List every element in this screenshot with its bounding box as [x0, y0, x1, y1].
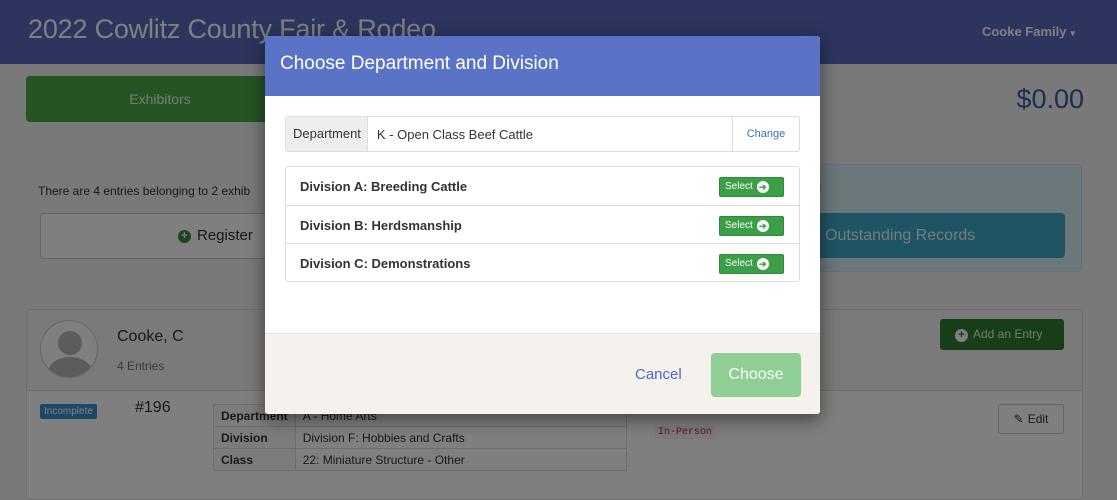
- list-item: Division C: Demonstrations Select ➔: [286, 243, 799, 281]
- choose-department-modal: Choose Department and Division Departmen…: [265, 36, 820, 414]
- modal-header: Choose Department and Division: [265, 36, 820, 96]
- arrow-right-circle-icon: ➔: [756, 220, 769, 232]
- arrow-right-circle-icon: ➔: [756, 181, 769, 193]
- list-item: Division A: Breeding Cattle Select ➔: [286, 167, 799, 205]
- division-name: Division A: Breeding Cattle: [300, 179, 468, 194]
- modal-title: Choose Department and Division: [280, 53, 559, 74]
- department-label: Department: [286, 117, 368, 151]
- division-name: Division C: Demonstrations: [300, 256, 471, 271]
- division-list: Division A: Breeding Cattle Select ➔ Divi…: [285, 166, 800, 282]
- division-name: Division B: Herdsmanship: [300, 218, 462, 233]
- select-label: Select: [725, 258, 753, 269]
- select-division-button[interactable]: Select ➔: [719, 216, 784, 236]
- choose-button[interactable]: Choose: [711, 353, 801, 397]
- select-division-button[interactable]: Select ➔: [719, 177, 784, 197]
- cancel-button[interactable]: Cancel: [635, 366, 682, 383]
- select-label: Select: [725, 220, 753, 231]
- modal-footer: Cancel Choose: [265, 333, 820, 414]
- list-item: Division B: Herdsmanship Select ➔: [286, 205, 799, 243]
- select-label: Select: [725, 181, 753, 192]
- arrow-right-circle-icon: ➔: [756, 258, 769, 270]
- department-value: K - Open Class Beef Cattle: [376, 126, 533, 142]
- department-row: Department K - Open Class Beef Cattle Ch…: [285, 116, 800, 152]
- change-department-link[interactable]: Change: [732, 117, 799, 151]
- select-division-button[interactable]: Select ➔: [719, 254, 784, 274]
